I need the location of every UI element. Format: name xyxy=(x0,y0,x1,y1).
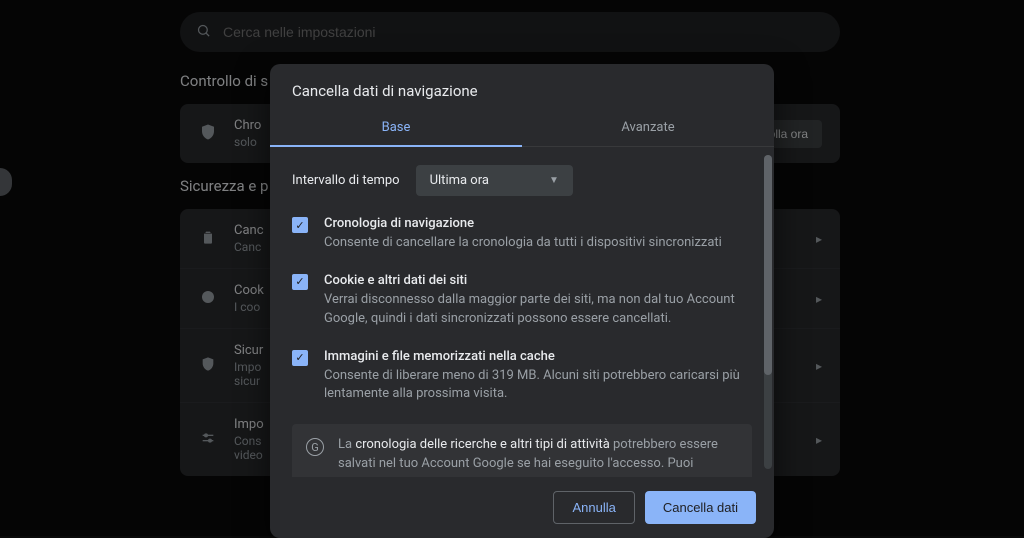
checkbox-checked-icon[interactable]: ✓ xyxy=(292,350,308,366)
tab-basic[interactable]: Base xyxy=(270,110,522,146)
scrollbar[interactable] xyxy=(764,155,772,469)
info-text: La cronologia delle ricerche e altri tip… xyxy=(338,436,738,474)
time-range-label: Intervallo di tempo xyxy=(292,173,400,188)
checkbox-checked-icon[interactable]: ✓ xyxy=(292,217,308,233)
clear-browsing-data-dialog: Cancella dati di navigazione Base Avanza… xyxy=(270,64,774,538)
time-range-select[interactable]: Ultima ora ▼ xyxy=(416,165,573,196)
google-account-info: G La cronologia delle ricerche e altri t… xyxy=(292,424,752,477)
checkbox-checked-icon[interactable]: ✓ xyxy=(292,274,308,290)
dialog-actions: Annulla Cancella dati xyxy=(270,477,774,538)
tab-advanced[interactable]: Avanzate xyxy=(522,110,774,146)
option-browsing-history[interactable]: ✓ Cronologia di navigazione Consente di … xyxy=(292,216,752,253)
time-range-value: Ultima ora xyxy=(430,173,489,188)
dialog-title: Cancella dati di navigazione xyxy=(270,64,774,110)
cancel-button[interactable]: Annulla xyxy=(553,491,634,524)
dialog-body: Intervallo di tempo Ultima ora ▼ ✓ Crono… xyxy=(270,147,774,477)
chevron-down-icon: ▼ xyxy=(549,175,559,186)
option-cookies[interactable]: ✓ Cookie e altri dati dei siti Verrai di… xyxy=(292,273,752,329)
dialog-tabs: Base Avanzate xyxy=(270,110,774,147)
google-icon: G xyxy=(306,438,324,456)
clear-data-button[interactable]: Cancella dati xyxy=(645,491,756,524)
option-cache[interactable]: ✓ Immagini e file memorizzati nella cach… xyxy=(292,349,752,405)
